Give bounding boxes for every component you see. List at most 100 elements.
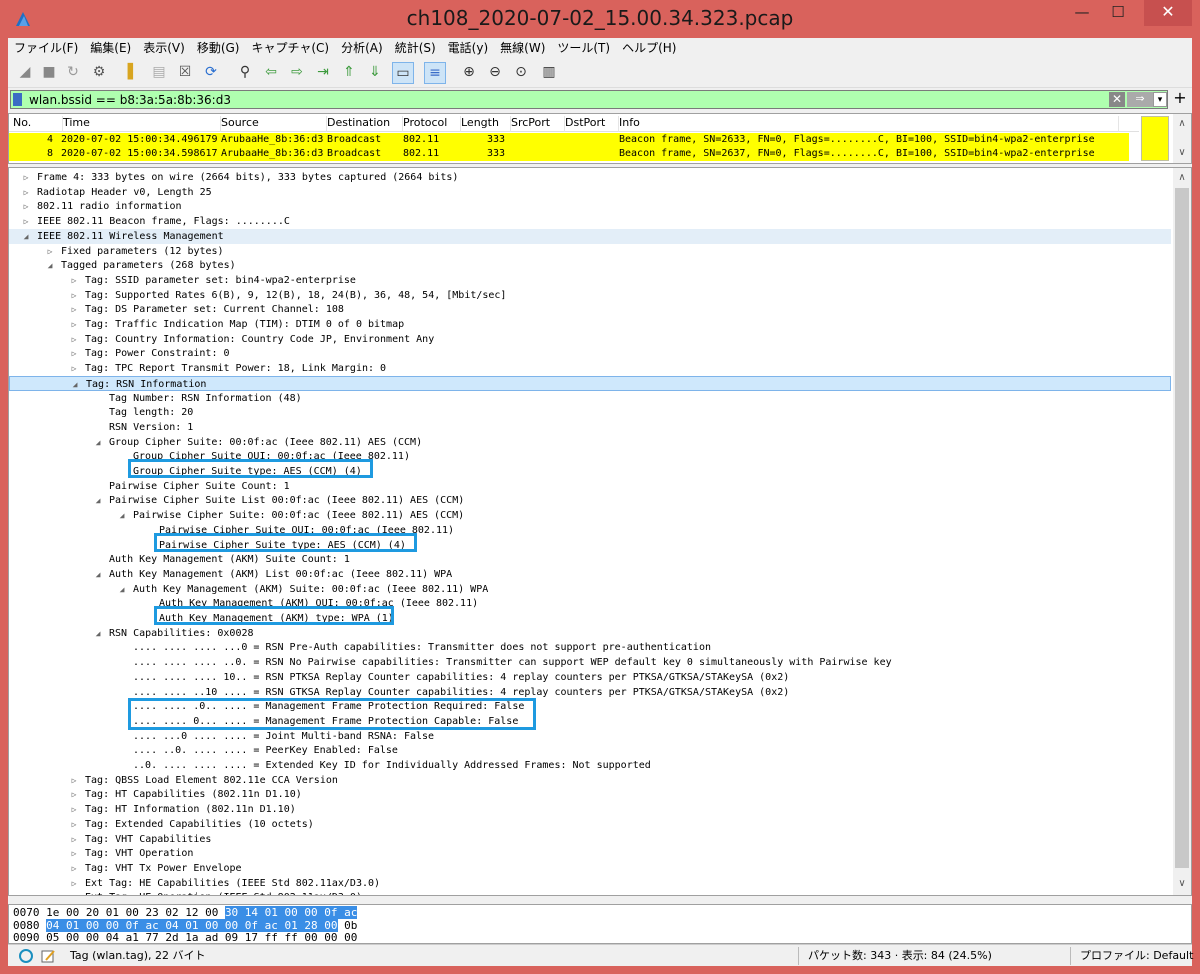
collapse-arrow-icon[interactable]: ▷ (69, 861, 79, 876)
shark-fin-start-icon[interactable]: ◢ (14, 62, 36, 84)
collapse-arrow-icon[interactable]: ▷ (69, 802, 79, 817)
column-header[interactable]: SrcPort (511, 116, 565, 132)
scroll-up-icon[interactable]: ∧ (1173, 170, 1191, 186)
expand-arrow-icon[interactable]: ◢ (117, 582, 127, 597)
scroll-down-icon[interactable]: ∨ (1173, 145, 1191, 161)
detail-tree-item[interactable]: ▷ Tag: HT Information (802.11n D1.10) (9, 802, 1171, 817)
detail-tree-item[interactable]: ◢ Tag: RSN Information (9, 375, 1171, 391)
open-file-icon[interactable]: ▌ (122, 62, 144, 84)
menu-item-2[interactable]: 表示(V) (137, 38, 191, 57)
expert-info-icon[interactable] (18, 948, 34, 964)
expand-arrow-icon[interactable]: ◢ (117, 508, 127, 523)
detail-tree-item[interactable]: .... .... .... 10.. = RSN PTKSA Replay C… (9, 670, 1171, 685)
menu-item-5[interactable]: 分析(A) (335, 38, 389, 57)
detail-tree-item[interactable]: Pairwise Cipher Suite OUI: 00:0f:ac (Iee… (9, 523, 1171, 538)
auto-scroll-icon[interactable]: ▭ (392, 62, 414, 84)
filter-text[interactable]: wlan.bssid == b8:3a:5a:8b:36:d3 (29, 92, 231, 108)
column-header[interactable]: Length (461, 116, 511, 132)
menu-item-10[interactable]: ヘルプ(H) (616, 38, 682, 57)
close-button[interactable]: ✕ (1144, 0, 1192, 26)
reload-file-icon[interactable]: ⟳ (200, 62, 222, 84)
menu-item-3[interactable]: 移動(G) (191, 38, 246, 57)
scroll-down-icon[interactable]: ∨ (1173, 876, 1191, 892)
column-header[interactable]: DstPort (565, 116, 619, 132)
detail-tree-item[interactable]: ▷ Ext Tag: HE Capabilities (IEEE Std 802… (9, 876, 1171, 891)
detail-tree-item[interactable]: .... ...0 .... .... = Joint Multi-band R… (9, 729, 1171, 744)
menu-item-0[interactable]: ファイル(F) (8, 38, 84, 57)
detail-tree-item[interactable]: Tag Number: RSN Information (48) (9, 391, 1171, 406)
detail-tree-item[interactable]: Auth Key Management (AKM) Suite Count: 1 (9, 552, 1171, 567)
detail-tree-item[interactable]: ▷ Tag: HT Capabilities (802.11n D1.10) (9, 787, 1171, 802)
detail-tree-item[interactable]: ▷ Tag: Traffic Indication Map (TIM): DTI… (9, 317, 1171, 332)
expand-arrow-icon[interactable]: ◢ (93, 567, 103, 582)
zoom-out-icon[interactable]: ⊖ (484, 62, 506, 84)
scroll-up-icon[interactable]: ∧ (1173, 116, 1191, 132)
detail-tree-item[interactable]: Tag length: 20 (9, 405, 1171, 420)
detail-tree-item[interactable]: ▷ Tag: Country Information: Country Code… (9, 332, 1171, 347)
collapse-arrow-icon[interactable]: ▷ (45, 244, 55, 259)
menu-item-9[interactable]: ツール(T) (551, 38, 616, 57)
hex-row[interactable]: 0080 04 01 00 00 0f ac 04 01 00 00 0f ac… (13, 918, 357, 932)
column-header[interactable]: Protocol (403, 116, 461, 132)
collapse-arrow-icon[interactable]: ▷ (69, 846, 79, 861)
details-scroll-thumb[interactable] (1175, 188, 1189, 868)
packet-row[interactable]: 4 2020-07-02 15:00:34.496179 ArubaaHe_8b:3… (9, 133, 1129, 147)
expand-arrow-icon[interactable]: ◢ (21, 229, 31, 244)
capture-comment-icon[interactable] (40, 948, 56, 964)
collapse-arrow-icon[interactable]: ▷ (69, 832, 79, 847)
detail-tree-item[interactable]: ▷ Tag: Extended Capabilities (10 octets) (9, 817, 1171, 832)
go-to-packet-icon[interactable]: ⇥ (312, 62, 334, 84)
detail-tree-item[interactable]: Pairwise Cipher Suite type: AES (CCM) (4… (9, 538, 1171, 553)
detail-tree-item[interactable]: ◢ Pairwise Cipher Suite: 00:0f:ac (Ieee … (9, 508, 1171, 523)
apply-filter-icon[interactable]: ⇒ (1127, 92, 1153, 107)
resize-columns-icon[interactable]: ▥ (538, 62, 560, 84)
pane-splitter[interactable] (8, 896, 1192, 904)
detail-tree-item[interactable]: ▷ Tag: Supported Rates 6(B), 9, 12(B), 1… (9, 288, 1171, 303)
detail-tree-item[interactable]: .... .... .... ..0. = RSN No Pairwise ca… (9, 655, 1171, 670)
zoom-normal-icon[interactable]: ⊙ (510, 62, 532, 84)
expand-arrow-icon[interactable]: ◢ (93, 435, 103, 450)
detail-tree-item[interactable]: ◢ Auth Key Management (AKM) List 00:0f:a… (9, 567, 1171, 582)
go-back-icon[interactable]: ⇦ (260, 62, 282, 84)
hex-row[interactable]: 0070 1e 00 20 01 00 23 02 12 00 30 14 01… (13, 906, 358, 919)
detail-tree-item[interactable]: .... ..0. .... .... = PeerKey Enabled: F… (9, 743, 1171, 758)
collapse-arrow-icon[interactable]: ▷ (69, 876, 79, 891)
detail-tree-item[interactable]: Group Cipher Suite OUI: 00:0f:ac (Ieee 8… (9, 449, 1171, 464)
detail-tree-item[interactable]: .... .... .0.. .... = Management Frame P… (9, 699, 1171, 714)
detail-tree-item[interactable]: ◢ IEEE 802.11 Wireless Management (9, 228, 1171, 244)
detail-tree-item[interactable]: Auth Key Management (AKM) OUI: 00:0f:ac … (9, 596, 1171, 611)
detail-tree-item[interactable]: RSN Version: 1 (9, 420, 1171, 435)
minimize-button[interactable]: — (1064, 0, 1100, 26)
maximize-button[interactable]: ☐ (1100, 0, 1136, 26)
detail-tree-item[interactable]: ▷ Frame 4: 333 bytes on wire (2664 bits)… (9, 170, 1171, 185)
go-forward-icon[interactable]: ⇨ (286, 62, 308, 84)
column-header[interactable]: Info (619, 116, 1119, 132)
collapse-arrow-icon[interactable]: ▷ (69, 346, 79, 361)
detail-tree-item[interactable]: Group Cipher Suite type: AES (CCM) (4) (9, 464, 1171, 479)
stop-capture-icon[interactable]: ■ (38, 62, 60, 84)
save-file-icon[interactable]: ▤ (148, 62, 170, 84)
detail-tree-item[interactable]: .... .... .... ...0 = RSN Pre-Auth capab… (9, 640, 1171, 655)
detail-tree-item[interactable]: ▷ Fixed parameters (12 bytes) (9, 244, 1171, 259)
menu-item-8[interactable]: 無線(W) (494, 38, 551, 57)
go-last-icon[interactable]: ⇓ (364, 62, 386, 84)
detail-tree-item[interactable]: ▷ Tag: VHT Capabilities (9, 832, 1171, 847)
detail-tree-item[interactable]: Pairwise Cipher Suite Count: 1 (9, 479, 1171, 494)
collapse-arrow-icon[interactable]: ▷ (69, 273, 79, 288)
detail-tree-item[interactable]: ◢ Group Cipher Suite: 00:0f:ac (Ieee 802… (9, 435, 1171, 450)
detail-tree-item[interactable]: ▷ Tag: QBSS Load Element 802.11e CCA Ver… (9, 773, 1171, 788)
detail-tree-item[interactable]: ◢ Auth Key Management (AKM) Suite: 00:0f… (9, 582, 1171, 597)
details-scrollbar[interactable]: ∧ ∨ (1173, 168, 1191, 895)
detail-tree-item[interactable]: ▷ 802.11 radio information (9, 199, 1171, 214)
go-first-icon[interactable]: ⇑ (338, 62, 360, 84)
colorize-icon[interactable]: ≡ (424, 62, 446, 84)
expand-arrow-icon[interactable]: ◢ (93, 493, 103, 508)
collapse-arrow-icon[interactable]: ▷ (69, 302, 79, 317)
filter-history-dropdown[interactable]: ▾ (1153, 92, 1167, 107)
collapse-arrow-icon[interactable]: ▷ (69, 332, 79, 347)
collapse-arrow-icon[interactable]: ▷ (69, 361, 79, 376)
collapse-arrow-icon[interactable]: ▷ (69, 317, 79, 332)
expand-arrow-icon[interactable]: ◢ (45, 258, 55, 273)
column-header[interactable]: No. (13, 116, 63, 132)
close-file-icon[interactable]: ☒ (174, 62, 196, 84)
